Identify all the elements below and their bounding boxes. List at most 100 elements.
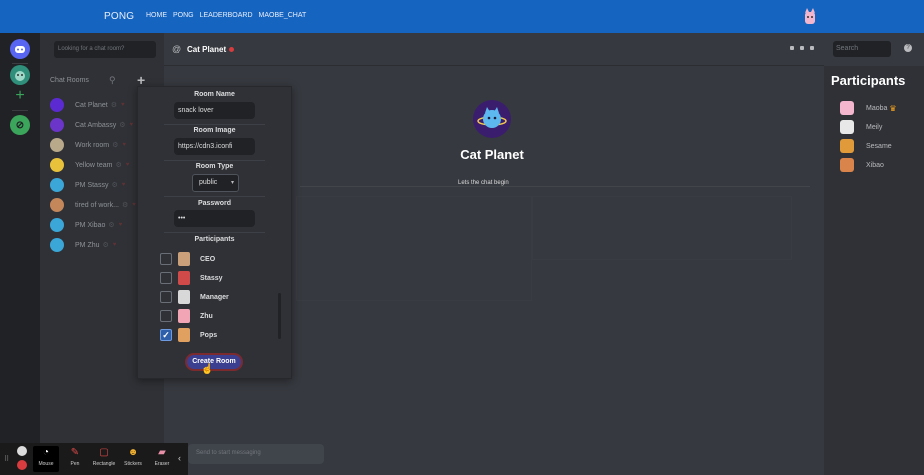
drag-handle-icon[interactable]: ⠿: [4, 455, 9, 463]
recorder-tool-pen[interactable]: ✎ Pen: [62, 446, 88, 472]
nav-link-home[interactable]: HOME: [146, 12, 167, 19]
participant-name: Meily: [866, 123, 883, 131]
pin-icon[interactable]: [790, 46, 794, 50]
password-input[interactable]: •••: [174, 210, 255, 227]
link-icon[interactable]: ⚲: [109, 75, 119, 85]
server-avatar-button[interactable]: [10, 65, 30, 85]
participant-option[interactable]: ✓ Pops: [160, 328, 217, 342]
nav-link-chat[interactable]: MAOBE_CHAT: [259, 12, 307, 19]
password-label: Password: [197, 200, 232, 207]
create-room-button[interactable]: Create Room: [185, 353, 243, 371]
chat-room-name: PM Zhu: [75, 241, 100, 249]
participant-name: Xibao: [866, 161, 884, 169]
help-icon[interactable]: ?: [904, 44, 912, 52]
chat-room-name: Work room: [75, 141, 110, 149]
at-icon: @: [172, 44, 182, 54]
rail-divider: [12, 110, 28, 111]
discord-home-button[interactable]: [10, 39, 30, 59]
participant-avatar: [178, 328, 190, 342]
room-image-label: Room Image: [193, 127, 236, 134]
recorder-tool-mouse[interactable]: ◔ Mouse: [33, 446, 59, 472]
room-type-label: Room Type: [195, 163, 234, 170]
heart-icon[interactable]: ♥: [126, 162, 130, 168]
participant-avatar: [840, 139, 854, 153]
participant-item[interactable]: Maoba ♛: [840, 101, 897, 115]
brand-link[interactable]: PONG: [104, 11, 134, 22]
heart-icon[interactable]: ♥: [121, 102, 125, 108]
stop-icon[interactable]: [17, 460, 27, 470]
record-icon[interactable]: [17, 446, 27, 456]
discord-icon: [15, 46, 25, 53]
participant-checkbox[interactable]: [160, 272, 172, 284]
gear-icon[interactable]: ⚙: [111, 181, 117, 189]
gear-icon[interactable]: ⚙: [103, 241, 109, 249]
gear-icon[interactable]: ⚙: [112, 141, 118, 149]
nav-links: HOME PONG LEADERBOARD MAOBE_CHAT: [146, 12, 306, 19]
nav-link-leaderboard[interactable]: LEADERBOARD: [200, 12, 253, 19]
gear-icon[interactable]: ⚙: [119, 121, 125, 129]
add-server-button[interactable]: +: [10, 86, 30, 106]
rail-divider: [12, 63, 28, 64]
participant-option-name: Manager: [200, 293, 229, 301]
participant-name: Maoba: [866, 104, 888, 112]
participant-avatar: [840, 158, 854, 172]
heart-icon[interactable]: ♥: [130, 122, 134, 128]
participant-checkbox[interactable]: [160, 310, 172, 322]
recorder-tool-label: Eraser: [154, 461, 170, 467]
collapse-icon[interactable]: ‹: [178, 453, 181, 463]
room-name-input[interactable]: snack lover: [174, 102, 255, 119]
gear-icon[interactable]: ⚙: [122, 201, 128, 209]
server-rail: + ⊘: [0, 33, 40, 475]
recorder-tool-eraser[interactable]: ▰ Eraser: [149, 446, 175, 472]
heart-icon[interactable]: ♥: [122, 182, 126, 188]
participant-option-name: Zhu: [200, 312, 213, 320]
room-search-input[interactable]: Looking for a chat room?: [54, 41, 156, 58]
participants-scrollbar[interactable]: [278, 293, 281, 339]
participant-option-name: CEO: [200, 255, 216, 263]
participant-checkbox[interactable]: [160, 253, 172, 265]
room-type-select[interactable]: public ▾: [192, 174, 239, 192]
heart-icon[interactable]: ♥: [113, 242, 117, 248]
participant-option[interactable]: Zhu: [160, 309, 213, 323]
message-input[interactable]: Send to start messaging: [188, 444, 324, 464]
participant-item[interactable]: Sesame: [840, 139, 892, 153]
room-avatar-icon: [50, 138, 64, 152]
user-avatar[interactable]: [803, 8, 817, 26]
gear-icon[interactable]: ⚙: [111, 101, 117, 109]
pen-icon: ✎: [70, 447, 80, 458]
participant-item[interactable]: Xibao: [840, 158, 884, 172]
heart-icon[interactable]: ♥: [119, 222, 123, 228]
form-divider: [164, 124, 265, 125]
participant-option[interactable]: CEO: [160, 252, 215, 266]
participant-checkbox[interactable]: ✓: [160, 329, 172, 341]
participant-option[interactable]: Manager: [160, 290, 229, 304]
room-avatar-icon: [50, 178, 64, 192]
heart-icon[interactable]: ♥: [122, 142, 126, 148]
eraser-icon: ▰: [158, 447, 166, 458]
gear-icon[interactable]: ⚙: [116, 161, 122, 169]
chat-search-input[interactable]: Search: [833, 41, 891, 57]
room-type-value: public: [199, 179, 218, 186]
participant-avatar: [840, 101, 854, 115]
participant-checkbox[interactable]: [160, 291, 172, 303]
empty-message-area: [296, 196, 532, 301]
inbox-icon[interactable]: [810, 46, 814, 50]
room-title: Cat Planet: [187, 45, 227, 54]
participant-option-name: Pops: [200, 331, 218, 339]
recorder-tool-label: Rectangle: [92, 461, 116, 467]
participant-item[interactable]: Meily: [840, 120, 882, 134]
members-icon[interactable]: [800, 46, 804, 50]
screen-recorder-toolbar: ⠿ ◔ Mouse ✎ Pen ▢ Rectangle ☻ Stickers ▰ Eraser ‹: [0, 443, 188, 475]
nav-link-pong[interactable]: PONG: [173, 12, 194, 19]
chat-room-name: Cat Ambassy: [75, 121, 117, 129]
chat-room-name: PM Stassy: [75, 181, 109, 189]
heart-icon[interactable]: ♥: [132, 202, 136, 208]
explore-button[interactable]: ⊘: [10, 115, 30, 135]
empty-message-area: [532, 196, 792, 260]
welcome-title: Cat Planet: [460, 147, 524, 162]
recorder-tool-stickers[interactable]: ☻ Stickers: [120, 446, 146, 472]
room-image-input[interactable]: https://cdn3.iconfi: [174, 138, 255, 155]
gear-icon[interactable]: ⚙: [108, 221, 114, 229]
recorder-tool-rectangle[interactable]: ▢ Rectangle: [91, 446, 117, 472]
participant-option[interactable]: Stassy: [160, 271, 223, 285]
